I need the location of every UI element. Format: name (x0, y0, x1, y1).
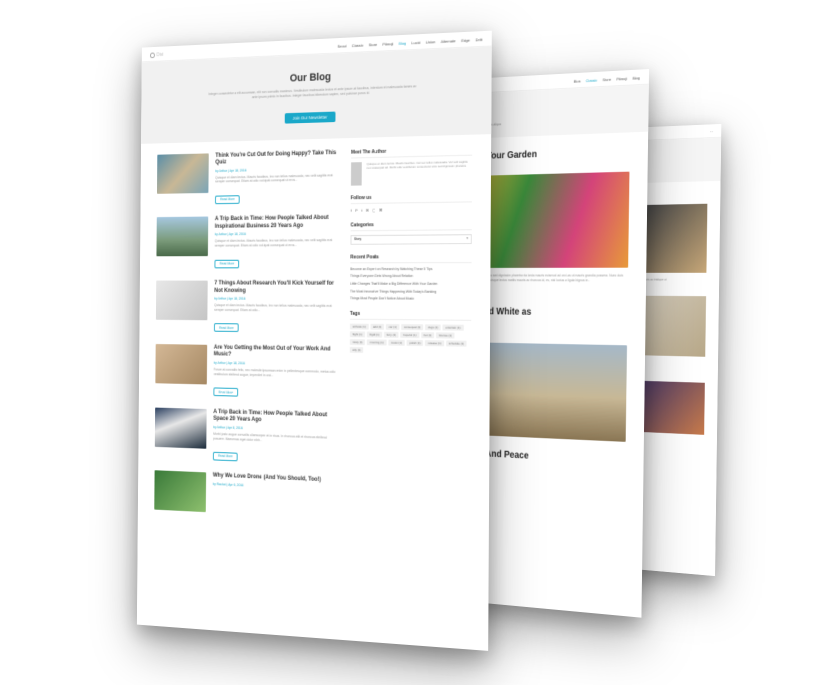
post-title[interactable]: Are You Getting the Most Out of Your Wor… (214, 345, 338, 361)
tag-link[interactable]: activate (1) (350, 324, 369, 330)
tag-link[interactable]: hot (1) (421, 332, 435, 338)
nav-item-pitmoji[interactable]: Pitmoji (383, 41, 394, 46)
post-excerpt: Quisque et diam lectus. Mauris faucibus,… (215, 238, 338, 248)
nav-item[interactable]: Store (602, 77, 611, 82)
tag-link[interactable]: entertain (1) (443, 325, 464, 331)
post-thumbnail[interactable] (155, 407, 207, 448)
list-item: 7 Things About Research You'll Kick Your… (156, 281, 338, 335)
nav-item[interactable]: Classic (586, 78, 597, 83)
nav-item-edge[interactable]: Edge (461, 38, 470, 43)
recent-post-link[interactable]: Little Changes That'll Make a Big Differ… (350, 282, 471, 287)
post-meta: by Arthur | Apr 18, 2016 (214, 297, 337, 301)
nav-item-drift[interactable]: Drift (476, 37, 483, 42)
newsletter-button[interactable]: Join Our Newsletter (285, 111, 335, 123)
post-thumbnail[interactable] (157, 153, 209, 193)
sidebar-heading: Tags (350, 311, 471, 321)
twitter-icon[interactable]: t (361, 207, 362, 212)
tag-link[interactable]: flight (1) (350, 331, 365, 337)
nav-item[interactable]: ··· (710, 129, 713, 133)
read-more-button[interactable]: Read More (214, 323, 239, 332)
tag-link[interactable]: car (1) (386, 324, 399, 330)
list-item: Why We Love Drone (And You Should, Too!)… (154, 471, 336, 519)
tag-link[interactable]: frigid (1) (367, 332, 382, 338)
post-title[interactable]: A Trip Back in Time: How People Talked A… (213, 409, 337, 427)
list-item: A Trip Back in Time: How People Talked A… (156, 215, 338, 269)
author-avatar (351, 162, 362, 186)
tag-link[interactable]: release (1) (425, 340, 444, 346)
post-thumbnail[interactable] (154, 471, 206, 513)
recent-post-link[interactable]: The Most Innovative Things Happening Wit… (350, 289, 471, 294)
recent-post-link[interactable]: Things Most People Don't Notice About Mu… (350, 297, 471, 302)
post-meta: by Arthur | Apr 18, 2016 (214, 361, 337, 367)
nav-item-blog[interactable]: Blog (399, 41, 406, 46)
nav-item[interactable]: Blus (574, 79, 581, 84)
facebook-icon[interactable]: f (351, 207, 352, 212)
nav-item[interactable]: Pitmoji (616, 76, 627, 81)
sidebar-heading: Meet The Author (351, 146, 472, 158)
list-item: A Trip Back in Time: How People Talked A… (155, 407, 337, 466)
post-excerpt: Morbi justo augue convallis ullamcorper … (213, 432, 337, 446)
tag-link[interactable]: polish (1) (407, 340, 424, 346)
post-thumbnail[interactable] (156, 217, 208, 257)
nav-item[interactable]: Blog (633, 75, 640, 80)
rss-icon[interactable]: ⌘ (379, 207, 383, 212)
post-meta: by Arthur | Apr 18, 2016 (215, 232, 338, 237)
tag-link[interactable]: misty (1) (350, 339, 366, 345)
instagram-icon[interactable]: ◻ (372, 207, 375, 212)
layout-preview-panel-1: Divi Seoul Classic Store Pitmoji Blog Lucid Un… (137, 31, 492, 651)
mail-icon[interactable]: ✉ (366, 207, 369, 212)
post-excerpt: Fusce at convallis felis, nec molestie i… (214, 367, 338, 379)
post-thumbnail[interactable] (155, 344, 207, 384)
post-title[interactable]: Think You're Cut Out for Doing Happy? Ta… (215, 150, 338, 167)
site-logo[interactable]: Divi (150, 52, 163, 58)
tag-link[interactable]: morning (1) (367, 339, 386, 345)
tag-link[interactable]: dogs (1) (425, 324, 441, 330)
nav-item-union[interactable]: Union (426, 39, 436, 44)
nav-item-alternate[interactable]: Alternate (441, 38, 456, 44)
nav-item-seoul[interactable]: Seoul (337, 43, 346, 48)
tag-link[interactable]: hopeful (1) (401, 332, 420, 338)
tag-link[interactable]: silly (1) (350, 347, 364, 353)
read-more-button[interactable]: Read More (215, 195, 240, 204)
list-item: Are You Getting the Most Out of Your Wor… (155, 344, 337, 401)
tag-link[interactable]: schedule (1) (446, 341, 467, 347)
nav-item-classic[interactable]: Classic (352, 43, 364, 48)
tag-link[interactable]: music (1) (388, 340, 405, 346)
sidebar-heading: Follow us (351, 193, 472, 204)
tag-link[interactable]: furry (1) (384, 332, 399, 338)
read-more-button[interactable]: Read More (213, 452, 238, 461)
read-more-button[interactable]: Read More (215, 259, 240, 268)
hero: Our Blog Integer consectetur a elit accu… (141, 47, 492, 144)
pinterest-icon[interactable]: P (355, 207, 357, 212)
sidebar-heading: Recent Posts (350, 254, 471, 263)
nav-item-store[interactable]: Store (369, 42, 378, 47)
tag-link[interactable]: license (1) (436, 332, 454, 338)
nav-item-lucid[interactable]: Lucid (412, 40, 421, 45)
author-bio: Quisque et diam lectus. Mauris faucibus.… (367, 159, 473, 185)
read-more-button[interactable]: Read More (213, 388, 238, 397)
sidebar: Meet The Author Quisque et diam lectus. … (348, 146, 472, 538)
category-select[interactable]: Story (350, 234, 471, 245)
tag-link[interactable]: add (1) (370, 324, 384, 330)
recent-post-link[interactable]: Things Everyone Gets Wrong About Relatio… (350, 274, 471, 279)
list-item: Think You're Cut Out for Doing Happy? Ta… (157, 150, 339, 207)
sidebar-heading: Categories (351, 221, 472, 231)
post-meta: by Arthur | Apr 18, 2016 (215, 166, 338, 172)
post-excerpt: Quisque et diam lectus. Mauris faucibus,… (215, 173, 338, 185)
hero-subtitle: Integer consectetur a elit accumsan, eli… (207, 84, 417, 102)
post-excerpt: Quisque et diam lectus. Mauris faucibus,… (214, 303, 337, 313)
post-thumbnail[interactable] (156, 281, 208, 321)
post-list: Think You're Cut Out for Doing Happy? Ta… (154, 150, 339, 531)
post-title[interactable]: A Trip Back in Time: How People Talked A… (215, 215, 338, 231)
recent-post-link[interactable]: Become an Expert on Research by Watching… (350, 267, 471, 272)
tag-link[interactable]: consequat (1) (401, 324, 423, 330)
post-title[interactable]: 7 Things About Research You'll Kick Your… (214, 281, 337, 296)
